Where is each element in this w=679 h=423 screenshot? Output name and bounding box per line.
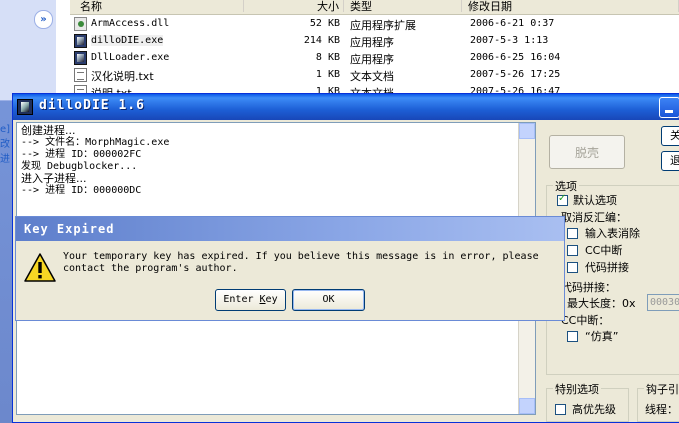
exe-icon (74, 34, 87, 48)
column-header-modified[interactable]: 修改日期 (462, 0, 679, 13)
side-button-1[interactable]: 关 (661, 126, 679, 146)
dialog-titlebar[interactable]: Key Expired (16, 217, 564, 241)
file-size: 8 KB (315, 52, 340, 63)
file-type: 文本文档 (350, 70, 394, 83)
dialog-title: Key Expired (24, 222, 115, 236)
side-button-2[interactable]: 退 (661, 151, 679, 171)
anti-asm-label: 取消反汇编： (561, 211, 627, 224)
code-splice-label: 代码拼接 (585, 261, 629, 274)
file-size: 214 KB (303, 35, 340, 46)
log-line: --> 进程 ID：000000DC (21, 185, 142, 196)
file-modified: 2007-5-3 1:13 (470, 35, 549, 46)
options-group: 选项 默认选项 取消反汇编： 输入表消除 CC中断 代码拼接 代码拼接： 最大长… (546, 178, 679, 375)
log-line: --> 文件名：MorphMagic.exe (21, 137, 170, 148)
file-row[interactable]: ArmAccess.dll 52 KB 应用程序扩展 2006-6-21 0:3… (70, 16, 679, 33)
txt-icon (74, 68, 87, 82)
thread-label: 线程： (645, 403, 678, 416)
file-size: 52 KB (309, 18, 340, 29)
minimize-button[interactable] (659, 97, 679, 118)
max-length-label: 最大长度：0x (567, 297, 636, 310)
hook-group: 钩子引 线程： (637, 381, 679, 422)
minimize-icon (665, 110, 673, 113)
unpack-button[interactable]: 脱壳 (549, 135, 625, 169)
file-row[interactable]: dilloDIE.exe 214 KB 应用程序 2007-5-3 1:13 (70, 33, 679, 50)
enter-key-button[interactable]: Enter Key (215, 289, 286, 311)
column-header-type[interactable]: 类型 (344, 0, 462, 13)
high-priority-checkbox[interactable] (555, 404, 566, 415)
file-name: dilloDIE.exe (91, 35, 164, 46)
special-options-group: 特别选项 高优先级 (546, 381, 629, 422)
import-removal-label: 输入表消除 (585, 227, 640, 240)
file-size: 1 KB (315, 69, 340, 80)
dialog-message: Your temporary key has expired. If you b… (63, 251, 539, 274)
fake-label: “仿真” (585, 330, 619, 343)
code-splice-checkbox[interactable] (567, 262, 578, 273)
cc-section-label: CC中断： (561, 314, 610, 327)
key-expired-dialog: Key Expired Your temporary key has expir… (15, 216, 565, 321)
app-icon[interactable] (17, 99, 33, 115)
default-option-label: 默认选项 (573, 194, 617, 207)
file-type: 应用程序扩展 (350, 19, 416, 32)
ok-button[interactable]: OK (292, 289, 365, 311)
file-name: DllLoader.exe (91, 52, 170, 63)
file-row[interactable]: DllLoader.exe 8 KB 应用程序 2006-6-25 16:04 (70, 50, 679, 67)
file-name: 汉化说明.txt (91, 70, 154, 83)
log-line: 创建进程... (21, 124, 76, 137)
exe-icon (74, 51, 87, 65)
dll-icon (74, 17, 87, 31)
hook-legend: 钩子引 (644, 381, 679, 397)
max-length-input[interactable]: 000300 (647, 294, 679, 311)
import-removal-checkbox[interactable] (567, 228, 578, 239)
scroll-up-button[interactable] (519, 123, 535, 139)
cc-break-label: CC中断 (585, 244, 623, 257)
log-line: 进入子进程... (21, 172, 87, 185)
file-modified: 2007-5-26 17:25 (470, 69, 561, 80)
column-header-size[interactable]: 大小 (244, 0, 344, 13)
special-options-legend: 特别选项 (553, 381, 601, 397)
file-row[interactable]: 汉化说明.txt 1 KB 文本文档 2007-5-26 17:25 (70, 67, 679, 84)
window-title: dilloDIE 1.6 (39, 98, 145, 113)
enter-key-label-prefix: Enter (223, 294, 260, 305)
file-type: 应用程序 (350, 53, 394, 66)
code-splice-section-label: 代码拼接： (561, 281, 616, 294)
high-priority-label: 高优先级 (572, 403, 616, 416)
default-option-checkbox[interactable] (557, 193, 568, 206)
column-header-row: 名称 大小 类型 修改日期 (70, 0, 679, 15)
file-modified: 2006-6-21 0:37 (470, 18, 555, 29)
file-modified: 2006-6-25 16:04 (470, 52, 561, 63)
log-line: --> 进程 ID：000002FC (21, 149, 142, 160)
fake-checkbox[interactable] (567, 331, 578, 342)
collapse-icon[interactable]: » (34, 10, 53, 29)
scroll-down-button[interactable] (519, 398, 535, 414)
column-header-name[interactable]: 名称 (74, 0, 244, 13)
warning-icon (24, 253, 56, 282)
file-type: 应用程序 (350, 36, 394, 49)
file-name: ArmAccess.dll (91, 18, 170, 29)
enter-key-label-suffix: ey (265, 294, 278, 305)
window-titlebar[interactable]: dilloDIE 1.6 (13, 94, 679, 120)
cc-break-checkbox[interactable] (567, 245, 578, 256)
task-pane-section: » (0, 0, 56, 101)
